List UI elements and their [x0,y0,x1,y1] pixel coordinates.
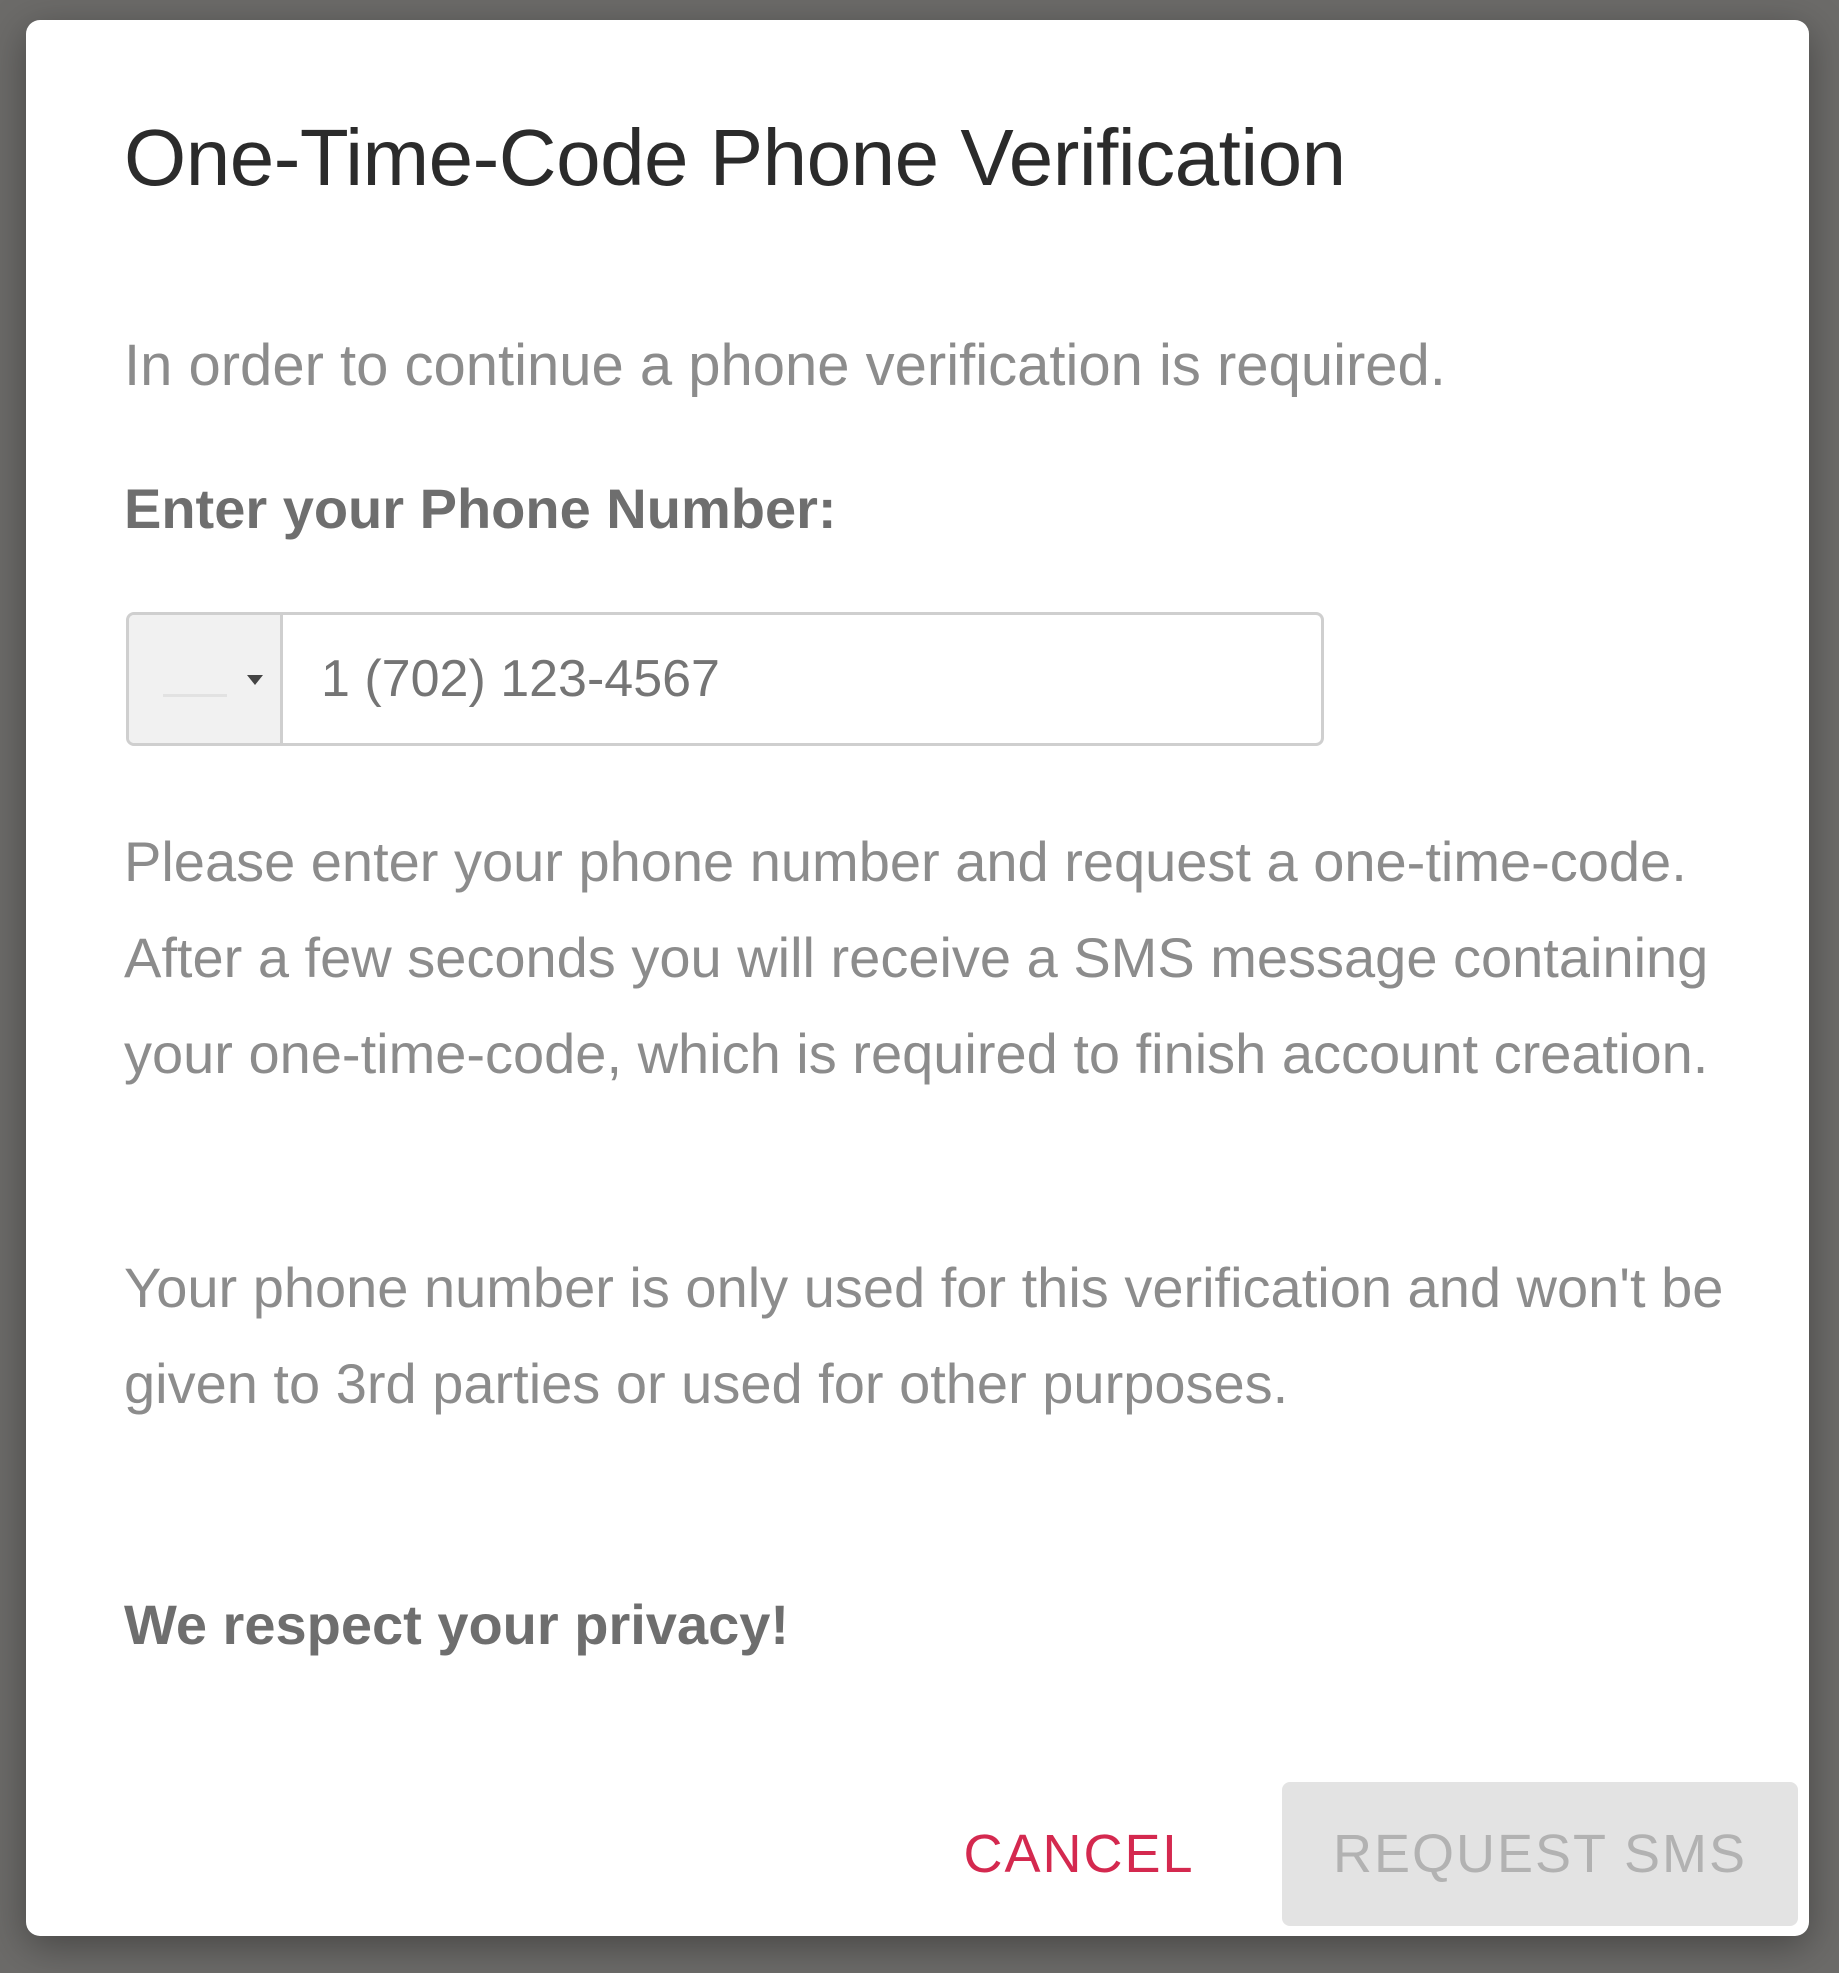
intro-text: In order to continue a phone verificatio… [124,333,1446,398]
cancel-button[interactable]: CANCEL [954,1784,1204,1924]
phone-verification-dialog: One-Time-Code Phone Verification In orde… [26,20,1809,1936]
privacy-note: We respect your privacy! [124,1593,790,1656]
instructions-text: Please enter your phone number and reque… [124,830,1709,1085]
country-code-select[interactable] [129,615,283,743]
chevron-down-icon [247,675,263,685]
phone-input-group [126,612,1324,746]
dialog-title: One-Time-Code Phone Verification [124,113,1346,202]
phone-number-label: Enter your Phone Number: [124,477,837,540]
request-sms-button[interactable]: REQUEST SMS [1282,1782,1798,1926]
country-flag-icon [163,669,227,697]
privacy-explanation-text: Your phone number is only used for this … [124,1256,1724,1415]
phone-number-input[interactable] [283,615,1321,743]
